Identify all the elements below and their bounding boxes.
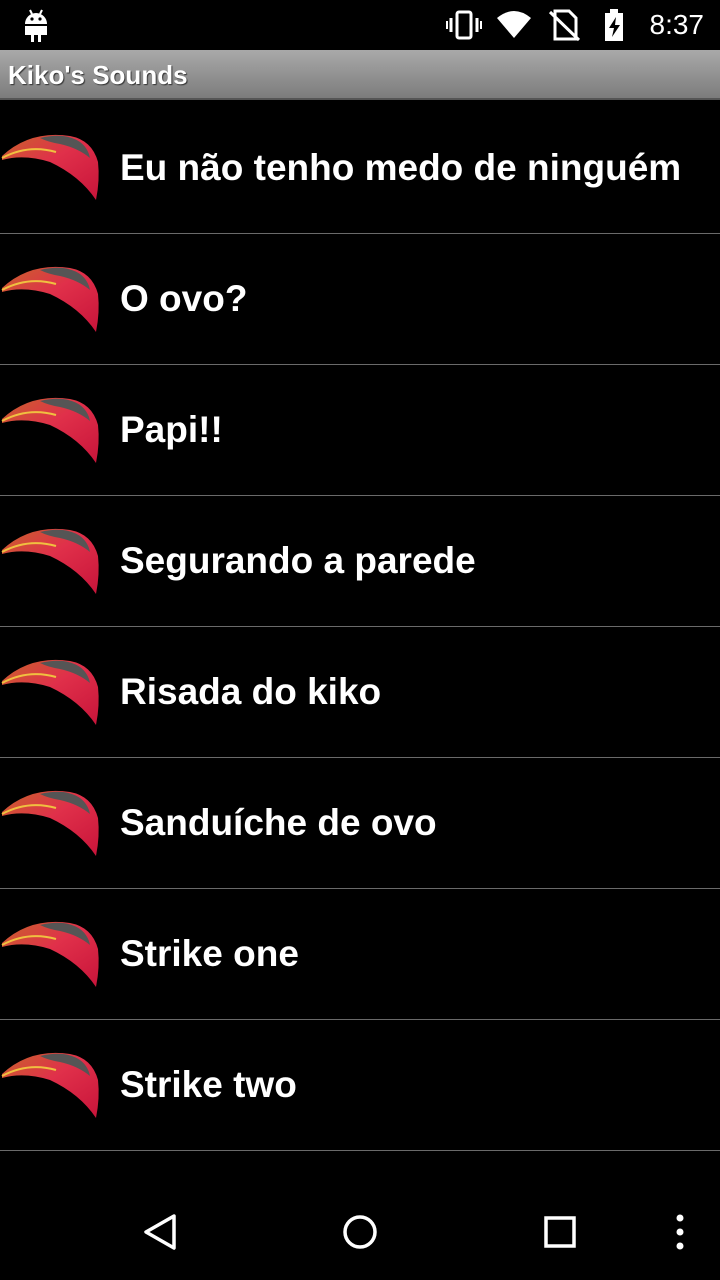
kiko-hat-icon <box>1 1052 99 1118</box>
sound-label: O ovo? <box>120 278 248 319</box>
list-item[interactable]: Papi!! <box>0 365 720 496</box>
sound-list: Eu não tenho medo de ninguém O ovo? Papi… <box>0 102 720 1151</box>
list-item[interactable]: O ovo? <box>0 234 720 365</box>
status-time: 8:37 <box>649 9 705 40</box>
overflow-menu-icon[interactable] <box>660 1212 700 1252</box>
home-icon[interactable] <box>340 1212 380 1252</box>
kiko-hat-icon <box>1 266 99 332</box>
list-item[interactable]: Segurando a parede <box>0 496 720 627</box>
kiko-hat-icon <box>1 528 99 594</box>
title-bar: Kiko's Sounds <box>0 50 720 100</box>
recents-icon[interactable] <box>540 1212 580 1252</box>
vibrate-icon <box>445 10 482 40</box>
kiko-hat-icon <box>1 921 99 987</box>
back-icon[interactable] <box>140 1212 180 1252</box>
kiko-hat-icon <box>1 790 99 856</box>
list-item[interactable]: Eu não tenho medo de ninguém <box>0 102 720 234</box>
sound-label: Risada do kiko <box>120 671 382 712</box>
kiko-hat-icon <box>1 134 99 200</box>
status-bar: 8:37 <box>0 0 720 50</box>
list-item[interactable]: Risada do kiko <box>0 627 720 758</box>
kiko-hat-icon <box>1 659 99 725</box>
navigation-bar <box>0 1184 720 1280</box>
no-sim-icon <box>548 9 580 42</box>
battery-charging-icon <box>604 9 623 41</box>
sound-label: Strike two <box>120 1064 297 1105</box>
list-item[interactable]: Strike two <box>0 1020 720 1151</box>
app-title: Kiko's Sounds <box>8 60 188 90</box>
sound-label: Papi!! <box>120 409 223 450</box>
list-item[interactable]: Strike one <box>0 889 720 1020</box>
sound-label: Strike one <box>120 933 299 974</box>
wifi-icon <box>496 11 531 38</box>
sound-label: Sanduíche de ovo <box>120 802 437 843</box>
sound-label: Segurando a parede <box>120 540 476 581</box>
android-icon <box>25 9 47 42</box>
list-item[interactable]: Sanduíche de ovo <box>0 758 720 889</box>
kiko-hat-icon <box>1 397 99 463</box>
sound-label: Eu não tenho medo de ninguém <box>120 146 682 188</box>
